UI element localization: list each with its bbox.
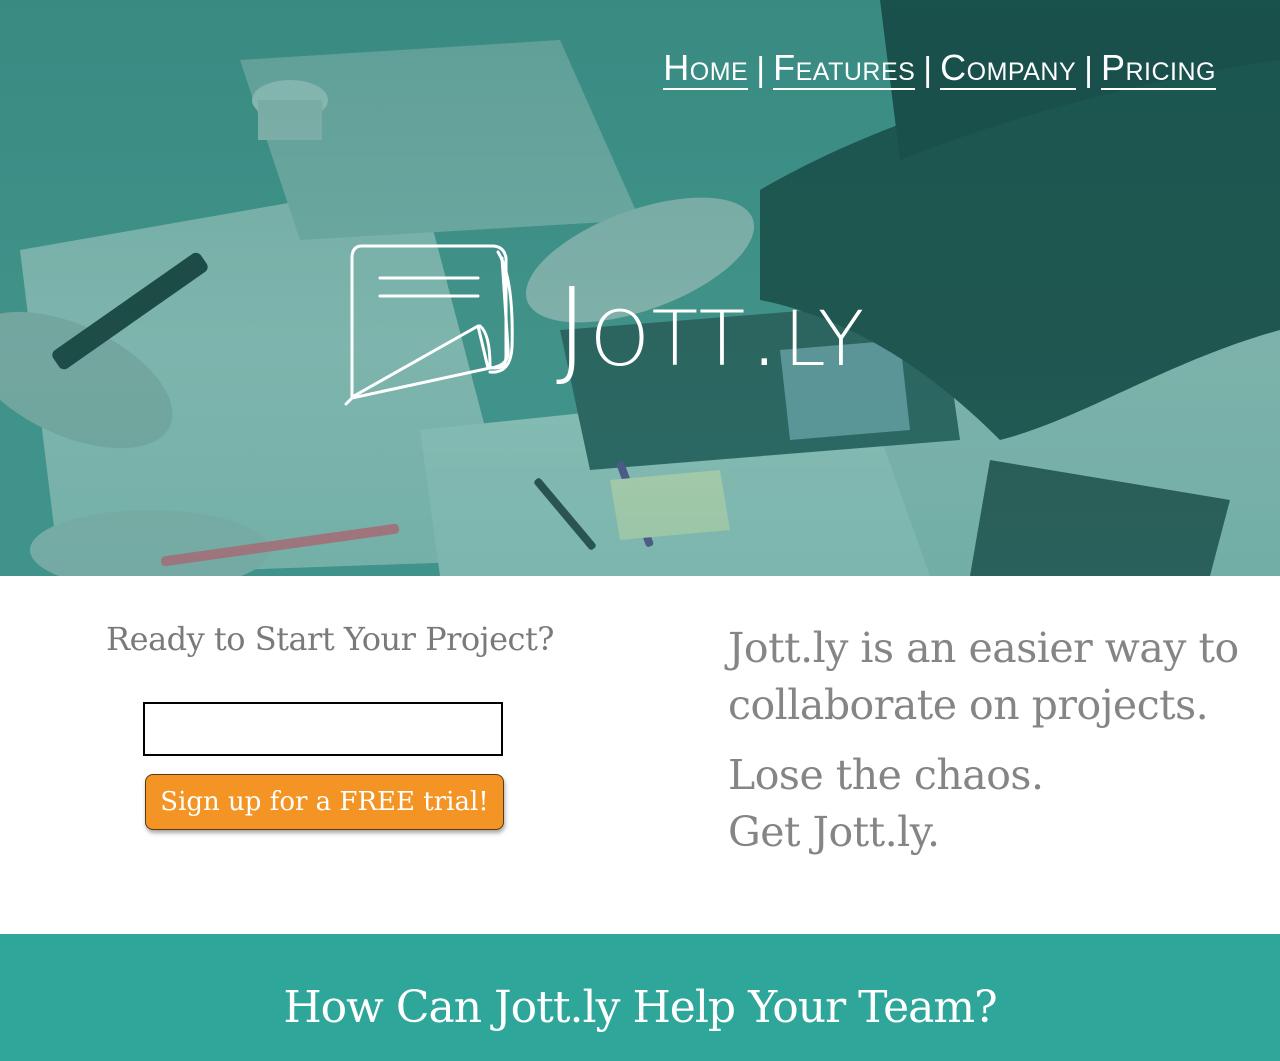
nav-link-home[interactable]: Home [663, 50, 749, 90]
email-field[interactable] [143, 702, 503, 756]
signup-heading: Ready to Start Your Project? [106, 620, 554, 658]
section-heading: How Can Jott.ly Help Your Team? [283, 982, 997, 1033]
nav-separator: | [923, 51, 933, 89]
tagline: Lose the chaos. Get Jott.ly. [728, 747, 1268, 861]
nav-link-features[interactable]: Features [773, 50, 916, 90]
pitch-section: Jott.ly is an easier way to collaborate … [728, 620, 1268, 861]
top-navigation: Home | Features | Company | Pricing [663, 48, 1216, 92]
brand-wordmark: Jott.ly [556, 266, 867, 391]
nav-separator: | [756, 51, 766, 89]
help-team-band: How Can Jott.ly Help Your Team? [0, 934, 1280, 1061]
notepad-icon [344, 244, 514, 406]
brand-logo: Jott.ly [340, 238, 866, 410]
nav-link-pricing[interactable]: Pricing [1100, 50, 1216, 90]
signup-section: Ready to Start Your Project? Sign up for… [100, 620, 560, 830]
nav-separator: | [1084, 51, 1093, 89]
tagline-line-1: Lose the chaos. [728, 751, 1044, 799]
hero-banner: Home | Features | Company | Pricing Jott… [0, 0, 1280, 576]
nav-link-company[interactable]: Company [940, 50, 1077, 90]
tagline-line-2: Get Jott.ly. [728, 808, 940, 856]
product-description: Jott.ly is an easier way to collaborate … [728, 624, 1239, 729]
free-trial-signup-button[interactable]: Sign up for a FREE trial! [145, 774, 504, 830]
